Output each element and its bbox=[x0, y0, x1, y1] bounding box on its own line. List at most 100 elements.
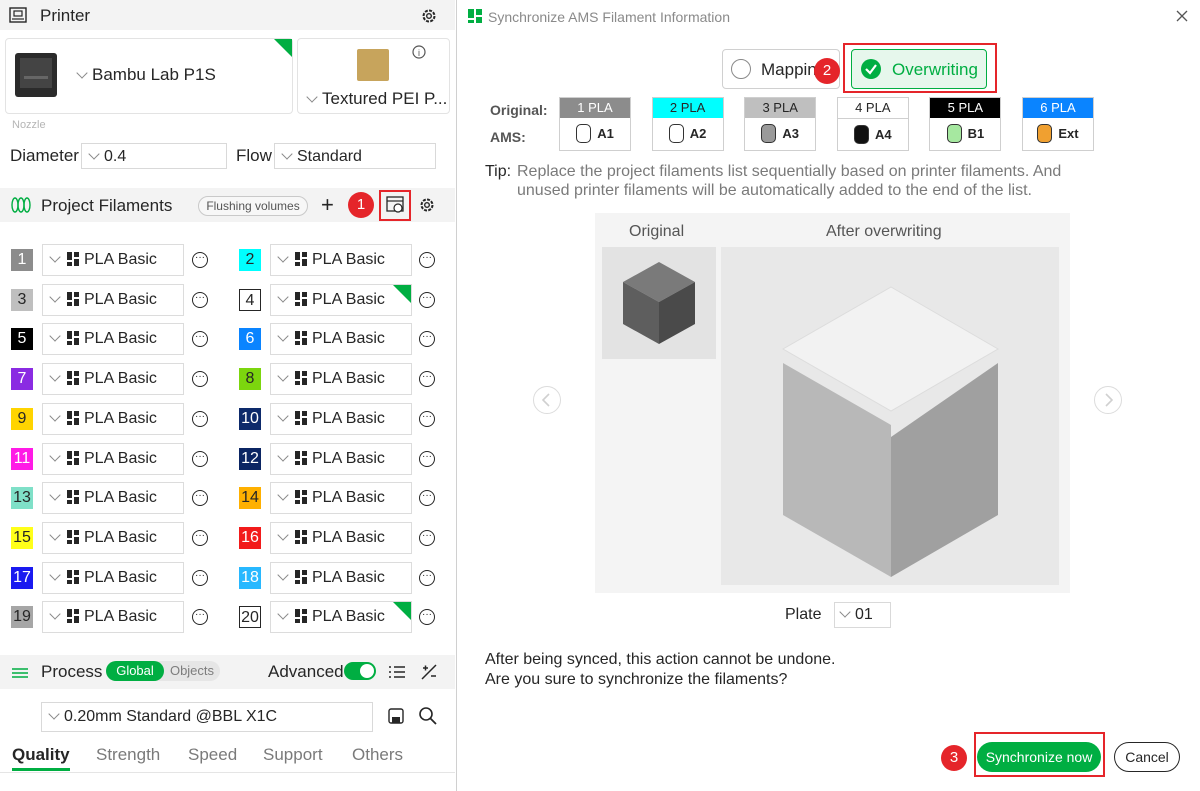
filament-type-select[interactable]: PLA Basic bbox=[42, 363, 184, 395]
more-options-icon[interactable]: ··· bbox=[419, 490, 435, 506]
more-options-icon[interactable]: ··· bbox=[419, 530, 435, 546]
filament-settings-icon[interactable] bbox=[418, 196, 436, 214]
filament-number[interactable]: 3 bbox=[11, 289, 33, 311]
more-options-icon[interactable]: ··· bbox=[192, 451, 208, 467]
compare-icon[interactable] bbox=[420, 663, 438, 681]
filament-type-select[interactable]: PLA Basic bbox=[270, 522, 412, 554]
chevron-down-icon bbox=[277, 410, 289, 422]
more-options-icon[interactable]: ··· bbox=[192, 411, 208, 427]
filament-type-select[interactable]: PLA Basic bbox=[270, 284, 412, 316]
advanced-label: Advanced bbox=[268, 662, 344, 681]
more-options-icon[interactable]: ··· bbox=[419, 371, 435, 387]
filament-number[interactable]: 7 bbox=[11, 368, 33, 390]
tab-speed[interactable]: Speed bbox=[188, 745, 237, 765]
filament-type-select[interactable]: PLA Basic bbox=[42, 562, 184, 594]
more-options-icon[interactable]: ··· bbox=[419, 411, 435, 427]
filament-number[interactable]: 13 bbox=[11, 487, 33, 509]
filament-number[interactable]: 16 bbox=[239, 527, 261, 549]
info-icon[interactable]: i bbox=[412, 45, 426, 59]
more-options-icon[interactable]: ··· bbox=[192, 371, 208, 387]
filament-number[interactable]: 19 bbox=[11, 606, 33, 628]
more-options-icon[interactable]: ··· bbox=[192, 490, 208, 506]
list-icon[interactable] bbox=[388, 664, 406, 680]
ams-slot-chip[interactable]: 1 PLA A1 bbox=[559, 97, 631, 151]
ams-slot-chip[interactable]: 3 PLA A3 bbox=[744, 97, 817, 151]
filament-type-select[interactable]: PLA Basic bbox=[270, 562, 412, 594]
filament-number[interactable]: 14 bbox=[239, 487, 261, 509]
flushing-volumes-button[interactable]: Flushing volumes bbox=[198, 196, 308, 216]
diameter-select[interactable]: 0.4 bbox=[81, 143, 227, 169]
tab-others[interactable]: Others bbox=[352, 745, 403, 765]
bambu-logo-icon bbox=[67, 570, 79, 584]
filament-type-select[interactable]: PLA Basic bbox=[42, 323, 184, 355]
more-options-icon[interactable]: ··· bbox=[419, 570, 435, 586]
more-options-icon[interactable]: ··· bbox=[192, 292, 208, 308]
filament-type-select[interactable]: PLA Basic bbox=[42, 403, 184, 435]
filament-type-select[interactable]: PLA Basic bbox=[42, 443, 184, 475]
ams-slot-chip[interactable]: 6 PLA Ext bbox=[1022, 97, 1094, 151]
filament-type-select[interactable]: PLA Basic bbox=[270, 323, 412, 355]
filament-number[interactable]: 2 bbox=[239, 249, 261, 271]
more-options-icon[interactable]: ··· bbox=[192, 530, 208, 546]
close-icon[interactable] bbox=[1175, 9, 1189, 23]
more-options-icon[interactable]: ··· bbox=[419, 292, 435, 308]
filament-number[interactable]: 6 bbox=[239, 328, 261, 350]
prev-arrow-button[interactable] bbox=[533, 386, 561, 414]
more-options-icon[interactable]: ··· bbox=[192, 609, 208, 625]
filament-type-select[interactable]: PLA Basic bbox=[42, 284, 184, 316]
tab-strength[interactable]: Strength bbox=[96, 745, 160, 765]
filament-number[interactable]: 1 bbox=[11, 249, 33, 271]
tab-support[interactable]: Support bbox=[263, 745, 323, 765]
filament-number[interactable]: 8 bbox=[239, 368, 261, 390]
ams-slot-chip[interactable]: 4 PLA A4 bbox=[836, 97, 909, 151]
plate-select[interactable]: 01 bbox=[834, 602, 891, 628]
more-options-icon[interactable]: ··· bbox=[192, 331, 208, 347]
filament-type-select[interactable]: PLA Basic bbox=[42, 522, 184, 554]
filament-number[interactable]: 11 bbox=[11, 448, 33, 470]
filament-type-select[interactable]: PLA Basic bbox=[270, 443, 412, 475]
ams-slot-chip[interactable]: 2 PLA A2 bbox=[651, 97, 724, 151]
search-icon[interactable] bbox=[418, 706, 438, 726]
filament-type-select[interactable]: PLA Basic bbox=[270, 244, 412, 276]
filament-number[interactable]: 4 bbox=[239, 289, 261, 311]
objects-option[interactable]: Objects bbox=[164, 661, 220, 681]
save-icon[interactable] bbox=[387, 707, 405, 725]
process-profile-select[interactable]: 0.20mm Standard @BBL X1C bbox=[41, 702, 373, 732]
filament-number[interactable]: 5 bbox=[11, 328, 33, 350]
bambu-logo-icon bbox=[67, 411, 79, 425]
filament-number[interactable]: 10 bbox=[239, 408, 261, 430]
filament-type-select[interactable]: PLA Basic bbox=[42, 601, 184, 633]
more-options-icon[interactable]: ··· bbox=[192, 252, 208, 268]
filament-type-select[interactable]: PLA Basic bbox=[42, 482, 184, 514]
tab-quality[interactable]: Quality bbox=[12, 745, 70, 765]
bambu-logo-icon bbox=[468, 9, 482, 23]
more-options-icon[interactable]: ··· bbox=[419, 609, 435, 625]
filament-number[interactable]: 17 bbox=[11, 567, 33, 589]
filament-number[interactable]: 15 bbox=[11, 527, 33, 549]
ams-slot-chip[interactable]: 5 PLA B1 bbox=[929, 97, 1002, 151]
flow-select[interactable]: Standard bbox=[274, 143, 436, 169]
filament-number[interactable]: 18 bbox=[239, 567, 261, 589]
filament-number[interactable]: 9 bbox=[11, 408, 33, 430]
printer-selector[interactable]: Bambu Lab P1S bbox=[5, 38, 293, 114]
more-options-icon[interactable]: ··· bbox=[192, 570, 208, 586]
more-options-icon[interactable]: ··· bbox=[419, 252, 435, 268]
filament-type-select[interactable]: PLA Basic bbox=[42, 244, 184, 276]
next-arrow-button[interactable] bbox=[1094, 386, 1122, 414]
advanced-toggle[interactable] bbox=[344, 662, 376, 680]
more-options-icon[interactable]: ··· bbox=[419, 451, 435, 467]
chip-original-filament: 2 PLA bbox=[652, 98, 723, 118]
gear-icon[interactable] bbox=[420, 7, 438, 25]
more-options-icon[interactable]: ··· bbox=[419, 331, 435, 347]
cancel-button[interactable]: Cancel bbox=[1114, 742, 1180, 772]
filament-type-select[interactable]: PLA Basic bbox=[270, 482, 412, 514]
plate-selector[interactable]: i Textured PEI P... bbox=[297, 38, 450, 114]
add-filament-button[interactable]: + bbox=[321, 192, 334, 218]
global-option[interactable]: Global bbox=[106, 661, 164, 681]
filament-number[interactable]: 12 bbox=[239, 448, 261, 470]
filament-type-select[interactable]: PLA Basic bbox=[270, 363, 412, 395]
filament-type-select[interactable]: PLA Basic bbox=[270, 403, 412, 435]
filament-number[interactable]: 20 bbox=[239, 606, 261, 628]
filament-type-select[interactable]: PLA Basic bbox=[270, 601, 412, 633]
global-objects-toggle[interactable]: Global Objects bbox=[106, 661, 220, 681]
